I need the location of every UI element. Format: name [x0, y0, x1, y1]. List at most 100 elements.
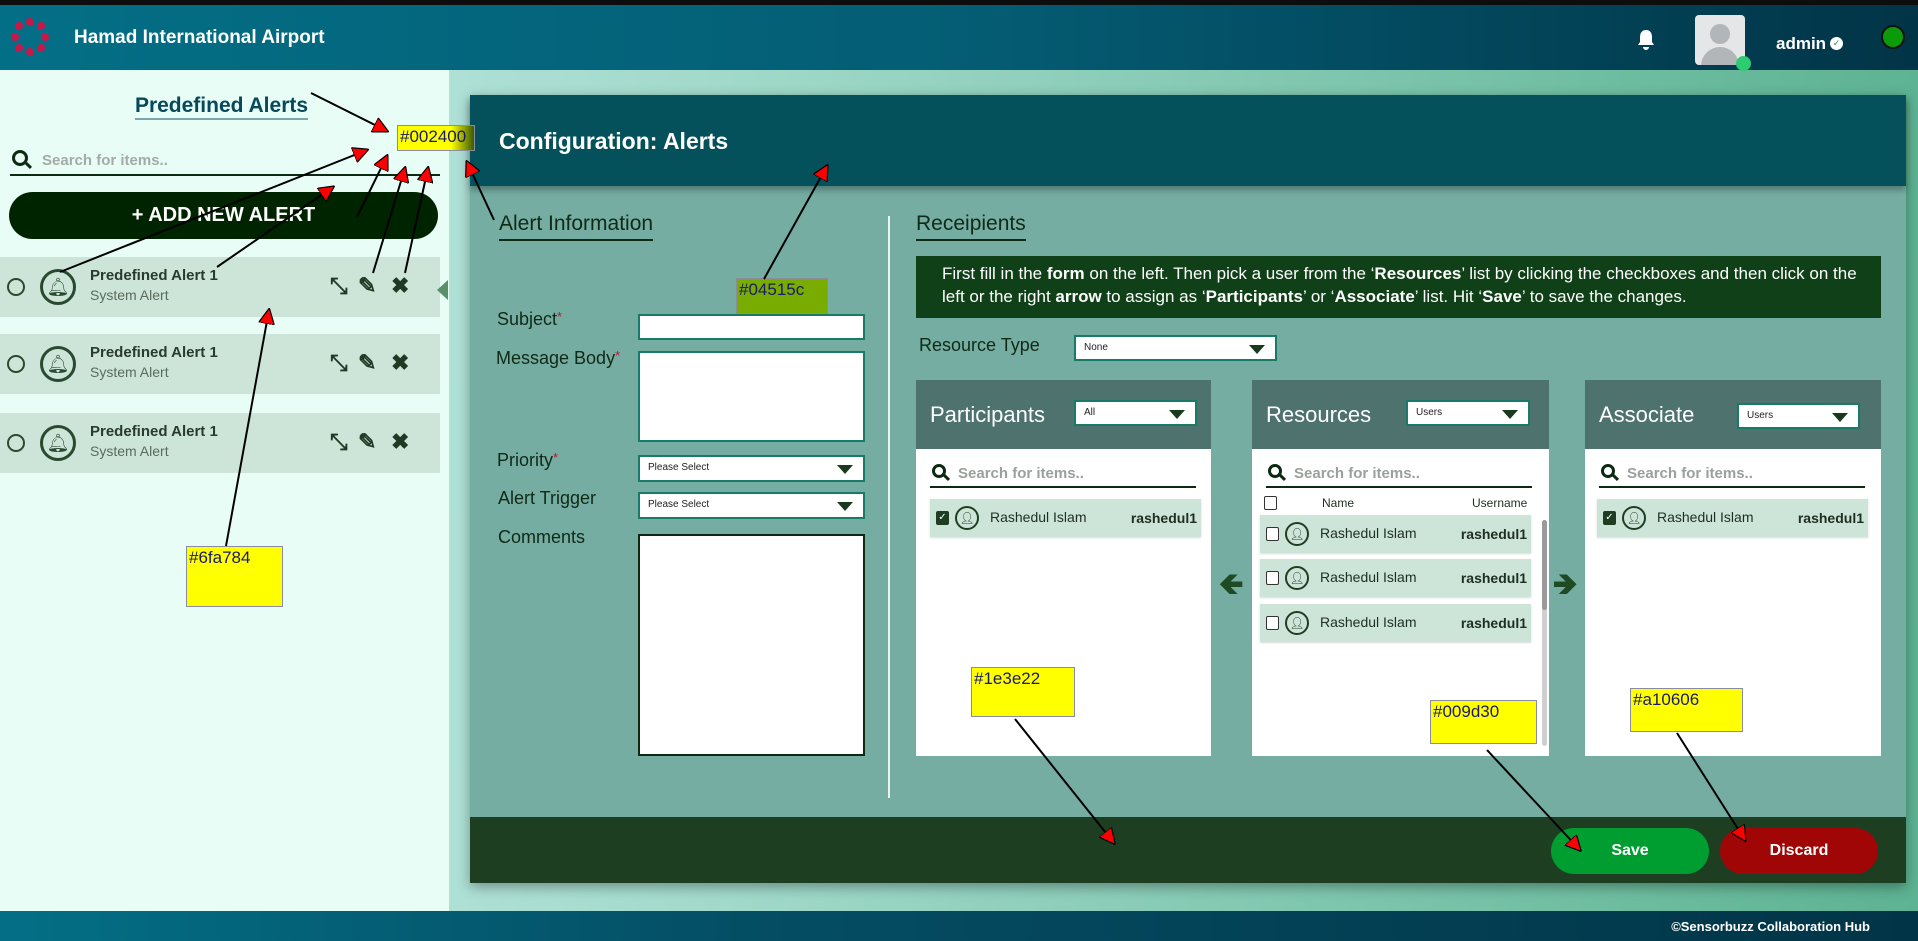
- user-icon: 👤︎: [1285, 566, 1309, 590]
- move-left-arrow-icon[interactable]: 🡸: [1219, 562, 1243, 613]
- select-value: None: [1084, 342, 1108, 353]
- checkbox[interactable]: [1266, 616, 1279, 630]
- alert-title: Predefined Alert 1: [90, 423, 218, 440]
- associate-filter-select[interactable]: Users: [1737, 403, 1860, 429]
- username-label[interactable]: admin: [1776, 34, 1826, 54]
- alert-bell-icon: 🔔︎: [40, 425, 76, 461]
- comments-textarea[interactable]: [638, 534, 865, 756]
- app-header: Hamad International Airport admin ✓: [0, 5, 1918, 71]
- card-footer: Save Discard: [470, 817, 1906, 883]
- column-header-name: Name: [1322, 496, 1355, 510]
- label-text: Message Body: [496, 348, 616, 368]
- column-header-username: Username: [1472, 496, 1528, 510]
- airport-logo-icon: [11, 18, 49, 56]
- select-all-checkbox[interactable]: [1264, 496, 1277, 510]
- resources-search[interactable]: Search for items..: [1266, 460, 1532, 488]
- notification-bell-icon[interactable]: [1636, 29, 1656, 51]
- scrollbar-thumb[interactable]: [1542, 520, 1547, 610]
- move-right-arrow-icon[interactable]: 🡺: [1553, 562, 1577, 613]
- copyright-text: ©Sensorbuzz Collaboration Hub: [1671, 919, 1870, 934]
- search-icon: [1268, 464, 1282, 478]
- alert-bell-icon: 🔔︎: [40, 269, 76, 305]
- user-name: Rashedul Islam: [1320, 569, 1417, 585]
- resource-type-select[interactable]: None: [1074, 335, 1277, 361]
- checkbox-checked[interactable]: ✓: [1603, 511, 1616, 525]
- configuration-card: Configuration: Alerts Alert Information …: [470, 95, 1906, 883]
- user-icon: 👤︎: [955, 506, 979, 530]
- select-radio[interactable]: [7, 434, 25, 452]
- resources-scrollbar[interactable]: [1542, 520, 1547, 746]
- chevron-down-icon: [1502, 410, 1518, 419]
- annotation-callout: #1e3e22: [971, 667, 1075, 717]
- alert-subtitle: System Alert: [90, 364, 169, 380]
- search-placeholder: Search for items..: [958, 465, 1084, 482]
- user-icon: 👤︎: [1285, 611, 1309, 635]
- collapse-icon[interactable]: ⤡: [330, 430, 348, 454]
- sidebar-search[interactable]: [10, 146, 440, 176]
- annotation-callout: #009d30: [1430, 700, 1537, 744]
- message-body-textarea[interactable]: [638, 351, 865, 442]
- info-text: ’ or ‘: [1302, 287, 1335, 306]
- user-name: Rashedul Islam: [990, 509, 1087, 525]
- user-name: Rashedul Islam: [1320, 525, 1417, 541]
- sidebar-search-input[interactable]: [42, 148, 432, 172]
- save-button[interactable]: Save: [1551, 828, 1709, 874]
- delete-icon[interactable]: ✖: [391, 430, 409, 454]
- participants-filter-select[interactable]: All: [1074, 400, 1197, 426]
- priority-label: Priority*: [497, 450, 558, 471]
- edit-icon[interactable]: ✎: [358, 351, 376, 375]
- required-mark: *: [615, 348, 621, 363]
- participants-search[interactable]: Search for items..: [930, 460, 1196, 488]
- chevron-down-icon: [837, 465, 853, 474]
- alert-trigger-select[interactable]: Please Select: [638, 492, 865, 519]
- checkbox[interactable]: [1266, 527, 1279, 541]
- associate-row[interactable]: ✓ 👤︎ Rashedul Islam rashedul1: [1597, 499, 1868, 537]
- sidebar-title-text: Predefined Alerts: [134, 94, 309, 120]
- checkbox-checked[interactable]: ✓: [936, 511, 949, 525]
- select-radio[interactable]: [7, 355, 25, 373]
- annotation-callout: #002400: [397, 125, 475, 151]
- delete-icon[interactable]: ✖: [391, 351, 409, 375]
- select-radio[interactable]: [7, 278, 25, 296]
- alert-information-heading: Alert Information: [499, 212, 654, 241]
- chevron-down-icon: [1169, 410, 1185, 419]
- card-title: Configuration: Alerts: [499, 128, 729, 154]
- edit-icon[interactable]: ✎: [358, 274, 376, 298]
- subject-input[interactable]: [638, 314, 865, 340]
- search-icon: [1601, 464, 1615, 478]
- user-icon: 👤︎: [1285, 522, 1309, 546]
- select-value: Users: [1416, 407, 1443, 418]
- edit-icon[interactable]: ✎: [358, 430, 376, 454]
- annotation-callout: #a10606: [1630, 688, 1743, 732]
- user-username: rashedul1: [1130, 510, 1197, 526]
- select-value: Users: [1747, 410, 1774, 421]
- select-value: All: [1084, 407, 1096, 418]
- resources-filter-select[interactable]: Users: [1406, 400, 1530, 426]
- discard-button[interactable]: Discard: [1720, 828, 1878, 874]
- participant-row[interactable]: ✓ 👤︎ Rashedul Islam rashedul1: [930, 499, 1201, 537]
- associate-search[interactable]: Search for items..: [1599, 460, 1865, 488]
- checkbox[interactable]: [1266, 571, 1279, 585]
- resource-row[interactable]: 👤︎ Rashedul Islam rashedul1: [1260, 604, 1531, 642]
- panel-header: Resources Users: [1252, 380, 1549, 449]
- resource-row[interactable]: 👤︎ Rashedul Islam rashedul1: [1260, 515, 1531, 553]
- user-name: Rashedul Islam: [1320, 614, 1417, 630]
- alert-trigger-label: Alert Trigger: [498, 488, 597, 508]
- resource-row[interactable]: 👤︎ Rashedul Islam rashedul1: [1260, 559, 1531, 597]
- user-menu-chevron-icon[interactable]: ✓: [1830, 37, 1843, 50]
- add-new-alert-button[interactable]: + ADD NEW ALERT: [9, 192, 438, 239]
- priority-select[interactable]: Please Select: [638, 455, 865, 482]
- collapse-icon[interactable]: ⤡: [330, 351, 348, 375]
- search-placeholder: Search for items..: [1294, 465, 1420, 482]
- collapse-icon[interactable]: ⤡: [330, 274, 348, 298]
- search-icon: [12, 150, 28, 166]
- delete-icon[interactable]: ✖: [391, 274, 409, 298]
- recipients-heading: Receipients: [916, 212, 1026, 241]
- card-header: Configuration: Alerts: [470, 95, 1906, 186]
- section-divider: [888, 216, 890, 798]
- comments-label: Comments: [498, 527, 586, 547]
- alert-list-item[interactable]: 🔔︎ Predefined Alert 1 System Alert ⤡ ✎ ✖: [0, 334, 440, 394]
- alert-list-item[interactable]: 🔔︎ Predefined Alert 1 System Alert ⤡ ✎ ✖: [0, 257, 440, 317]
- user-name: Rashedul Islam: [1657, 509, 1754, 525]
- alert-list-item[interactable]: 🔔︎ Predefined Alert 1 System Alert ⤡ ✎ ✖: [0, 413, 440, 473]
